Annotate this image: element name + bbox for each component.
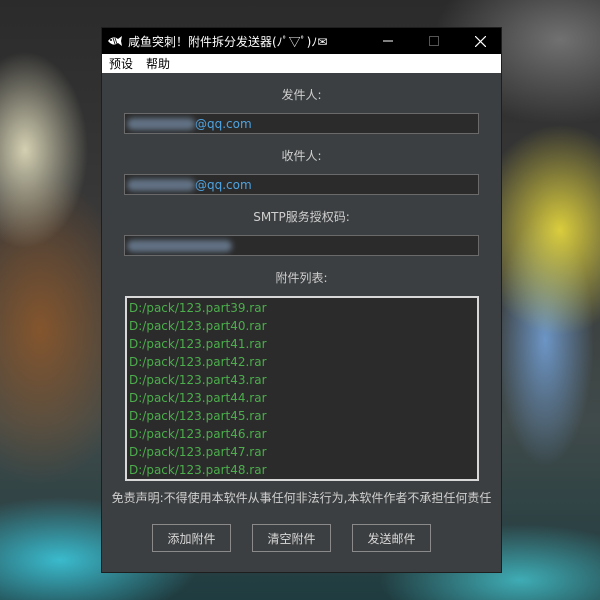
title-bar[interactable]: 咸鱼突刺！附件拆分发送器(ﾉﾟ▽ﾟ)ﾉ✉ [102,28,501,54]
sender-label: 发件人: [281,88,322,102]
list-item[interactable]: D:/pack/123.part42.rar [129,353,477,371]
fish-icon [106,32,124,50]
send-email-button[interactable]: 发送邮件 [352,524,431,552]
redacted-text [127,239,232,252]
smtp-auth-field[interactable] [124,235,479,256]
list-item[interactable]: D:/pack/123.part43.rar [129,371,477,389]
smtp-label: SMTP服务授权码: [253,210,350,224]
redacted-text [127,117,195,130]
clear-attachments-button[interactable]: 清空附件 [252,524,331,552]
attachments-label: 附件列表: [275,271,328,285]
list-item[interactable]: D:/pack/123.part41.rar [129,335,477,353]
list-item[interactable]: D:/pack/123.part46.rar [129,425,477,443]
receiver-value: @qq.com [195,177,252,192]
menu-presets[interactable]: 预设 [102,55,139,72]
app-window: 咸鱼突刺！附件拆分发送器(ﾉﾟ▽ﾟ)ﾉ✉ 预设 帮助 发件人: @qq.com … [101,27,502,573]
close-button[interactable] [457,28,503,54]
maximize-button[interactable] [411,28,457,54]
receiver-field[interactable]: @qq.com [124,174,479,195]
window-title: 咸鱼突刺！附件拆分发送器(ﾉﾟ▽ﾟ)ﾉ✉ [128,34,328,49]
minimize-button[interactable] [365,28,411,54]
list-item[interactable]: D:/pack/123.part40.rar [129,317,477,335]
menu-bar: 预设 帮助 [102,54,501,73]
list-item[interactable]: D:/pack/123.part44.rar [129,389,477,407]
sender-value: @qq.com [195,116,252,131]
list-item[interactable]: D:/pack/123.part48.rar [129,461,477,479]
redacted-text [127,178,195,191]
list-item[interactable]: D:/pack/123.part39.rar [129,299,477,317]
add-attachment-button[interactable]: 添加附件 [152,524,231,552]
receiver-label: 收件人: [281,149,322,163]
list-item[interactable]: D:/pack/123.part45.rar [129,407,477,425]
attachment-list[interactable]: D:/pack/123.part39.rar D:/pack/123.part4… [125,296,479,481]
menu-help[interactable]: 帮助 [139,55,176,72]
sender-field[interactable]: @qq.com [124,113,479,134]
list-item[interactable]: D:/pack/123.part47.rar [129,443,477,461]
disclaimer-text: 免责声明:不得使用本软件从事任何非法行为,本软件作者不承担任何责任 [111,491,492,505]
